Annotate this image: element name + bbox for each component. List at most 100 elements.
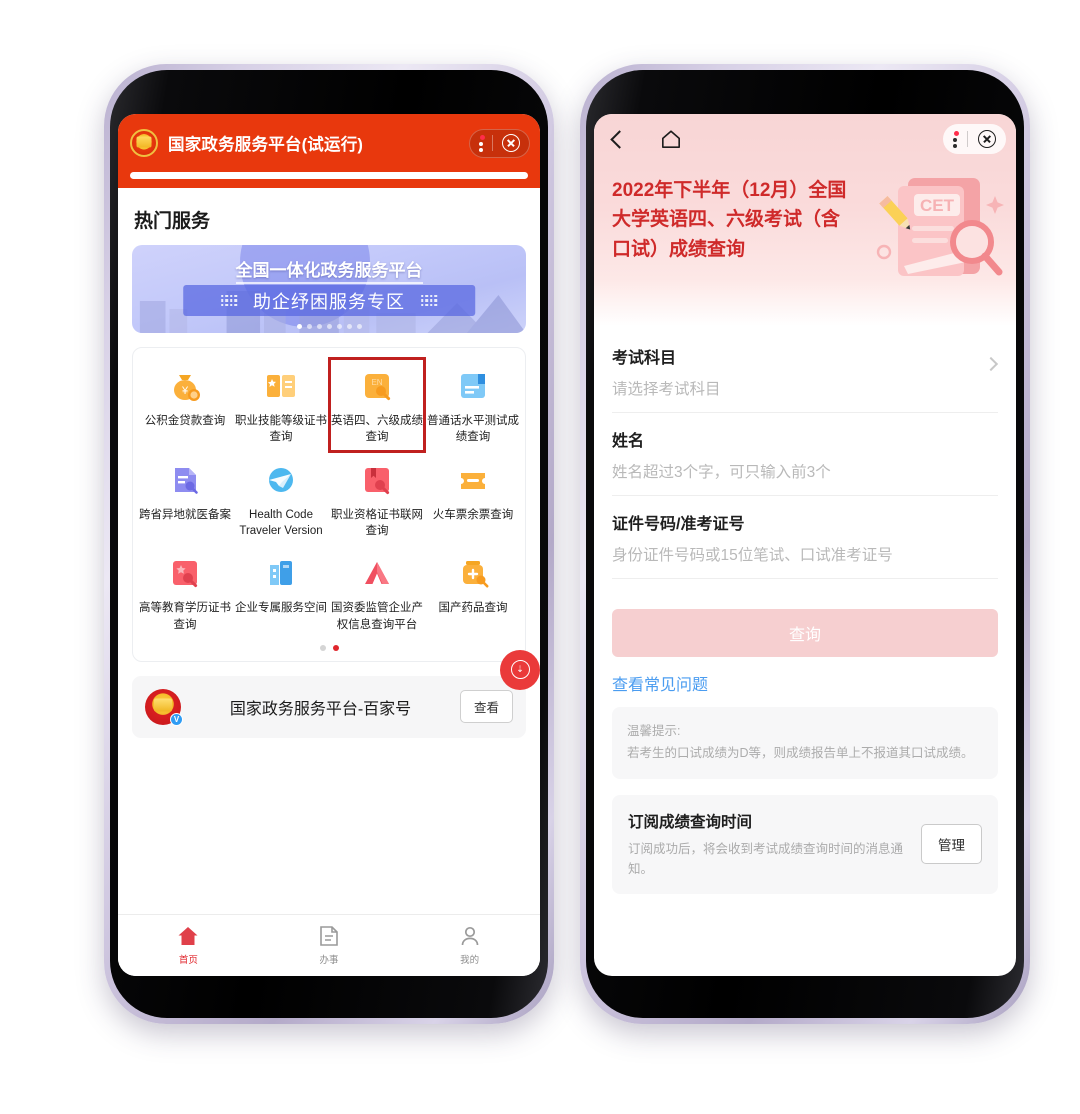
service-item-mandarin-test[interactable]: 普通话水平测试成绩查询 — [425, 358, 521, 452]
hot-services-heading: 热门服务 — [134, 211, 211, 232]
close-circle-icon[interactable] — [502, 134, 520, 152]
medicine-bottle-icon — [453, 553, 493, 593]
id-input[interactable]: 身份证件号码或15位笔试、口试准考证号 — [612, 543, 998, 565]
english-exam-icon: EN — [357, 366, 397, 406]
subscribe-card: 订阅成绩查询时间 订阅成功后，将会收到考试成绩查询时间的消息通知。 管理 — [612, 794, 998, 894]
service-item-sasac-property[interactable]: 国资委监管企业产权信息查询平台 — [329, 545, 425, 639]
service-label: 跨省异地就医备案 — [139, 508, 231, 521]
left-page-body: 热门服务 全国一体化政务服务平台 助企纾困服务专区 ¥ 公积金贷款查询 职业技能… — [118, 188, 540, 976]
download-badge-glyph: ⇣ — [510, 660, 530, 680]
close-circle-icon[interactable] — [978, 130, 996, 148]
banner-line1: 全国一体化政务服务平台 — [132, 256, 526, 284]
banner-line1-text: 全国一体化政务服务平台 — [235, 261, 423, 284]
service-item-medical-record[interactable]: 跨省异地就医备案 — [137, 452, 233, 546]
phone-screen-right: 2022年下半年（12月）全国大学英语四、六级考试（含口试）成绩查询 CET 考… — [594, 114, 1016, 976]
screenshot-root: 国家政务服务平台(试运行) 热门服务 全国一体化政务服务平台 助企纾困服务专区 … — [0, 0, 1080, 1114]
account-card-wrap: ⇣ V 国家政务服务平台-百家号 查看 — [132, 649, 540, 738]
tab-services-label: 办事 — [319, 955, 339, 966]
service-label: 职业技能等级证书查询 — [235, 415, 327, 444]
home-outline-icon[interactable] — [660, 129, 682, 149]
bottom-tabbar: 首页 办事 我的 — [118, 914, 540, 976]
tip-box: 温馨提示: 若考生的口试成绩为D等，则成绩报告单上不报道其口试成绩。 — [612, 707, 998, 779]
three-dots-icon[interactable] — [479, 134, 485, 152]
service-item-qualification-cert[interactable]: 职业资格证书联网查询 — [329, 452, 425, 546]
tab-services[interactable]: 办事 — [259, 915, 400, 976]
service-item-vocational-cert[interactable]: 职业技能等级证书查询 — [233, 358, 329, 452]
navbar — [594, 114, 1016, 164]
service-item-domestic-drug[interactable]: 国产药品查询 — [425, 545, 521, 639]
field-label-name: 姓名 — [612, 433, 645, 450]
service-label: 普通话水平测试成绩查询 — [427, 415, 519, 444]
money-bag-icon: ¥ — [165, 366, 205, 406]
plane-health-code-icon — [261, 460, 301, 500]
service-label: 职业资格证书联网查询 — [331, 508, 423, 537]
cet-exam-illustration: CET — [876, 178, 1004, 276]
phone-screen-left: 国家政务服务平台(试运行) 热门服务 全国一体化政务服务平台 助企纾困服务专区 … — [118, 114, 540, 976]
purple-record-icon — [165, 460, 205, 500]
page-title: 国家政务服务平台(试运行) — [168, 136, 364, 154]
verified-badge: V — [170, 712, 183, 726]
person-icon — [461, 926, 479, 946]
manage-subscription-button[interactable]: 管理 — [921, 824, 982, 865]
service-label: 国产药品查询 — [438, 602, 508, 615]
form-row-id[interactable]: 证件号码/准考证号 身份证件号码或15位笔试、口试准考证号 — [612, 496, 998, 579]
subject-select-value[interactable]: 请选择考试科目 — [612, 377, 998, 399]
three-dots-icon[interactable] — [953, 130, 959, 148]
service-label: 火车票余票查询 — [432, 508, 514, 521]
service-item-train-ticket[interactable]: 火车票余票查询 — [425, 452, 521, 546]
subscribe-title: 订阅成绩查询时间 — [628, 813, 753, 831]
red-arch-icon — [357, 553, 397, 593]
service-item-housing-fund[interactable]: ¥ 公积金贷款查询 — [137, 358, 233, 452]
banner-line2-text: 助企纾困服务专区 — [252, 291, 405, 312]
services-row-1: ¥ 公积金贷款查询 职业技能等级证书查询 EN 英语四、六级成绩查询 普通话水平… — [137, 357, 521, 453]
home-icon — [178, 927, 198, 945]
building-icon — [261, 553, 301, 593]
tab-profile[interactable]: 我的 — [399, 915, 540, 976]
banner-pagination[interactable] — [132, 324, 526, 329]
phone-device-left: 国家政务服务平台(试运行) 热门服务 全国一体化政务服务平台 助企纾困服务专区 … — [104, 64, 554, 1024]
chevron-left-icon[interactable] — [610, 129, 629, 149]
capsule-divider — [492, 135, 493, 151]
form-row-name[interactable]: 姓名 姓名超过3个字，可只输入前3个 — [612, 413, 998, 496]
tab-home-label: 首页 — [178, 955, 198, 966]
tab-profile-label: 我的 — [460, 955, 480, 966]
service-label: 英语四、六级成绩查询 — [331, 415, 423, 444]
red-book-search-icon — [357, 460, 397, 500]
banner-cta-pill[interactable]: 助企纾困服务专区 — [183, 285, 475, 316]
miniapp-capsule[interactable] — [943, 124, 1006, 154]
download-badge-icon[interactable]: ⇣ — [500, 649, 540, 690]
service-item-cet-score[interactable]: EN 英语四、六级成绩查询 — [328, 357, 426, 453]
form-row-subject[interactable]: 考试科目 请选择考试科目 — [612, 330, 999, 413]
tip-body: 若考生的口试成绩为D等，则成绩报告单上不报道其口试成绩。 — [627, 745, 974, 760]
services-row-2: 跨省异地就医备案 Health Code Traveler Version 职业… — [137, 452, 521, 546]
miniapp-header: 国家政务服务平台(试运行) — [118, 114, 540, 172]
svg-text:CET: CET — [920, 196, 955, 215]
view-account-button[interactable]: 查看 — [459, 690, 513, 724]
services-pagination[interactable] — [137, 639, 521, 655]
ticket-icon — [453, 460, 493, 500]
grid-dots-right-icon — [420, 294, 437, 307]
diploma-search-icon — [165, 553, 205, 593]
field-label-id: 证件号码/准考证号 — [612, 516, 745, 533]
account-name: 国家政务服务平台-百家号 — [229, 700, 412, 718]
national-emblem-avatar: V — [145, 688, 183, 726]
loading-bar — [130, 172, 528, 179]
query-submit-button[interactable]: 查询 — [612, 609, 998, 657]
field-label-subject: 考试科目 — [612, 350, 677, 367]
capsule-divider — [967, 131, 968, 147]
name-input[interactable]: 姓名超过3个字，可只输入前3个 — [612, 460, 998, 482]
service-item-diploma[interactable]: 高等教育学历证书查询 — [137, 545, 233, 639]
service-item-enterprise-space[interactable]: 企业专属服务空间 — [233, 545, 329, 639]
subscribe-desc: 订阅成功后，将会收到考试成绩查询时间的消息通知。 — [628, 841, 904, 876]
blue-document-icon — [453, 366, 493, 406]
tab-home[interactable]: 首页 — [118, 915, 259, 976]
faq-link[interactable]: 查看常见问题 — [612, 671, 998, 695]
promo-banner[interactable]: 全国一体化政务服务平台 助企纾困服务专区 — [132, 245, 526, 333]
tip-title: 温馨提示: — [627, 724, 681, 738]
certificate-book-icon — [261, 366, 301, 406]
official-account-card[interactable]: V 国家政务服务平台-百家号 查看 — [132, 675, 526, 738]
cet-page-title: 2022年下半年（12月）全国大学英语四、六级考试（含口试）成绩查询 — [612, 180, 847, 260]
service-label: 公积金贷款查询 — [144, 415, 226, 427]
service-item-health-code[interactable]: Health Code Traveler Version — [233, 452, 329, 546]
miniapp-capsule[interactable] — [469, 128, 530, 158]
